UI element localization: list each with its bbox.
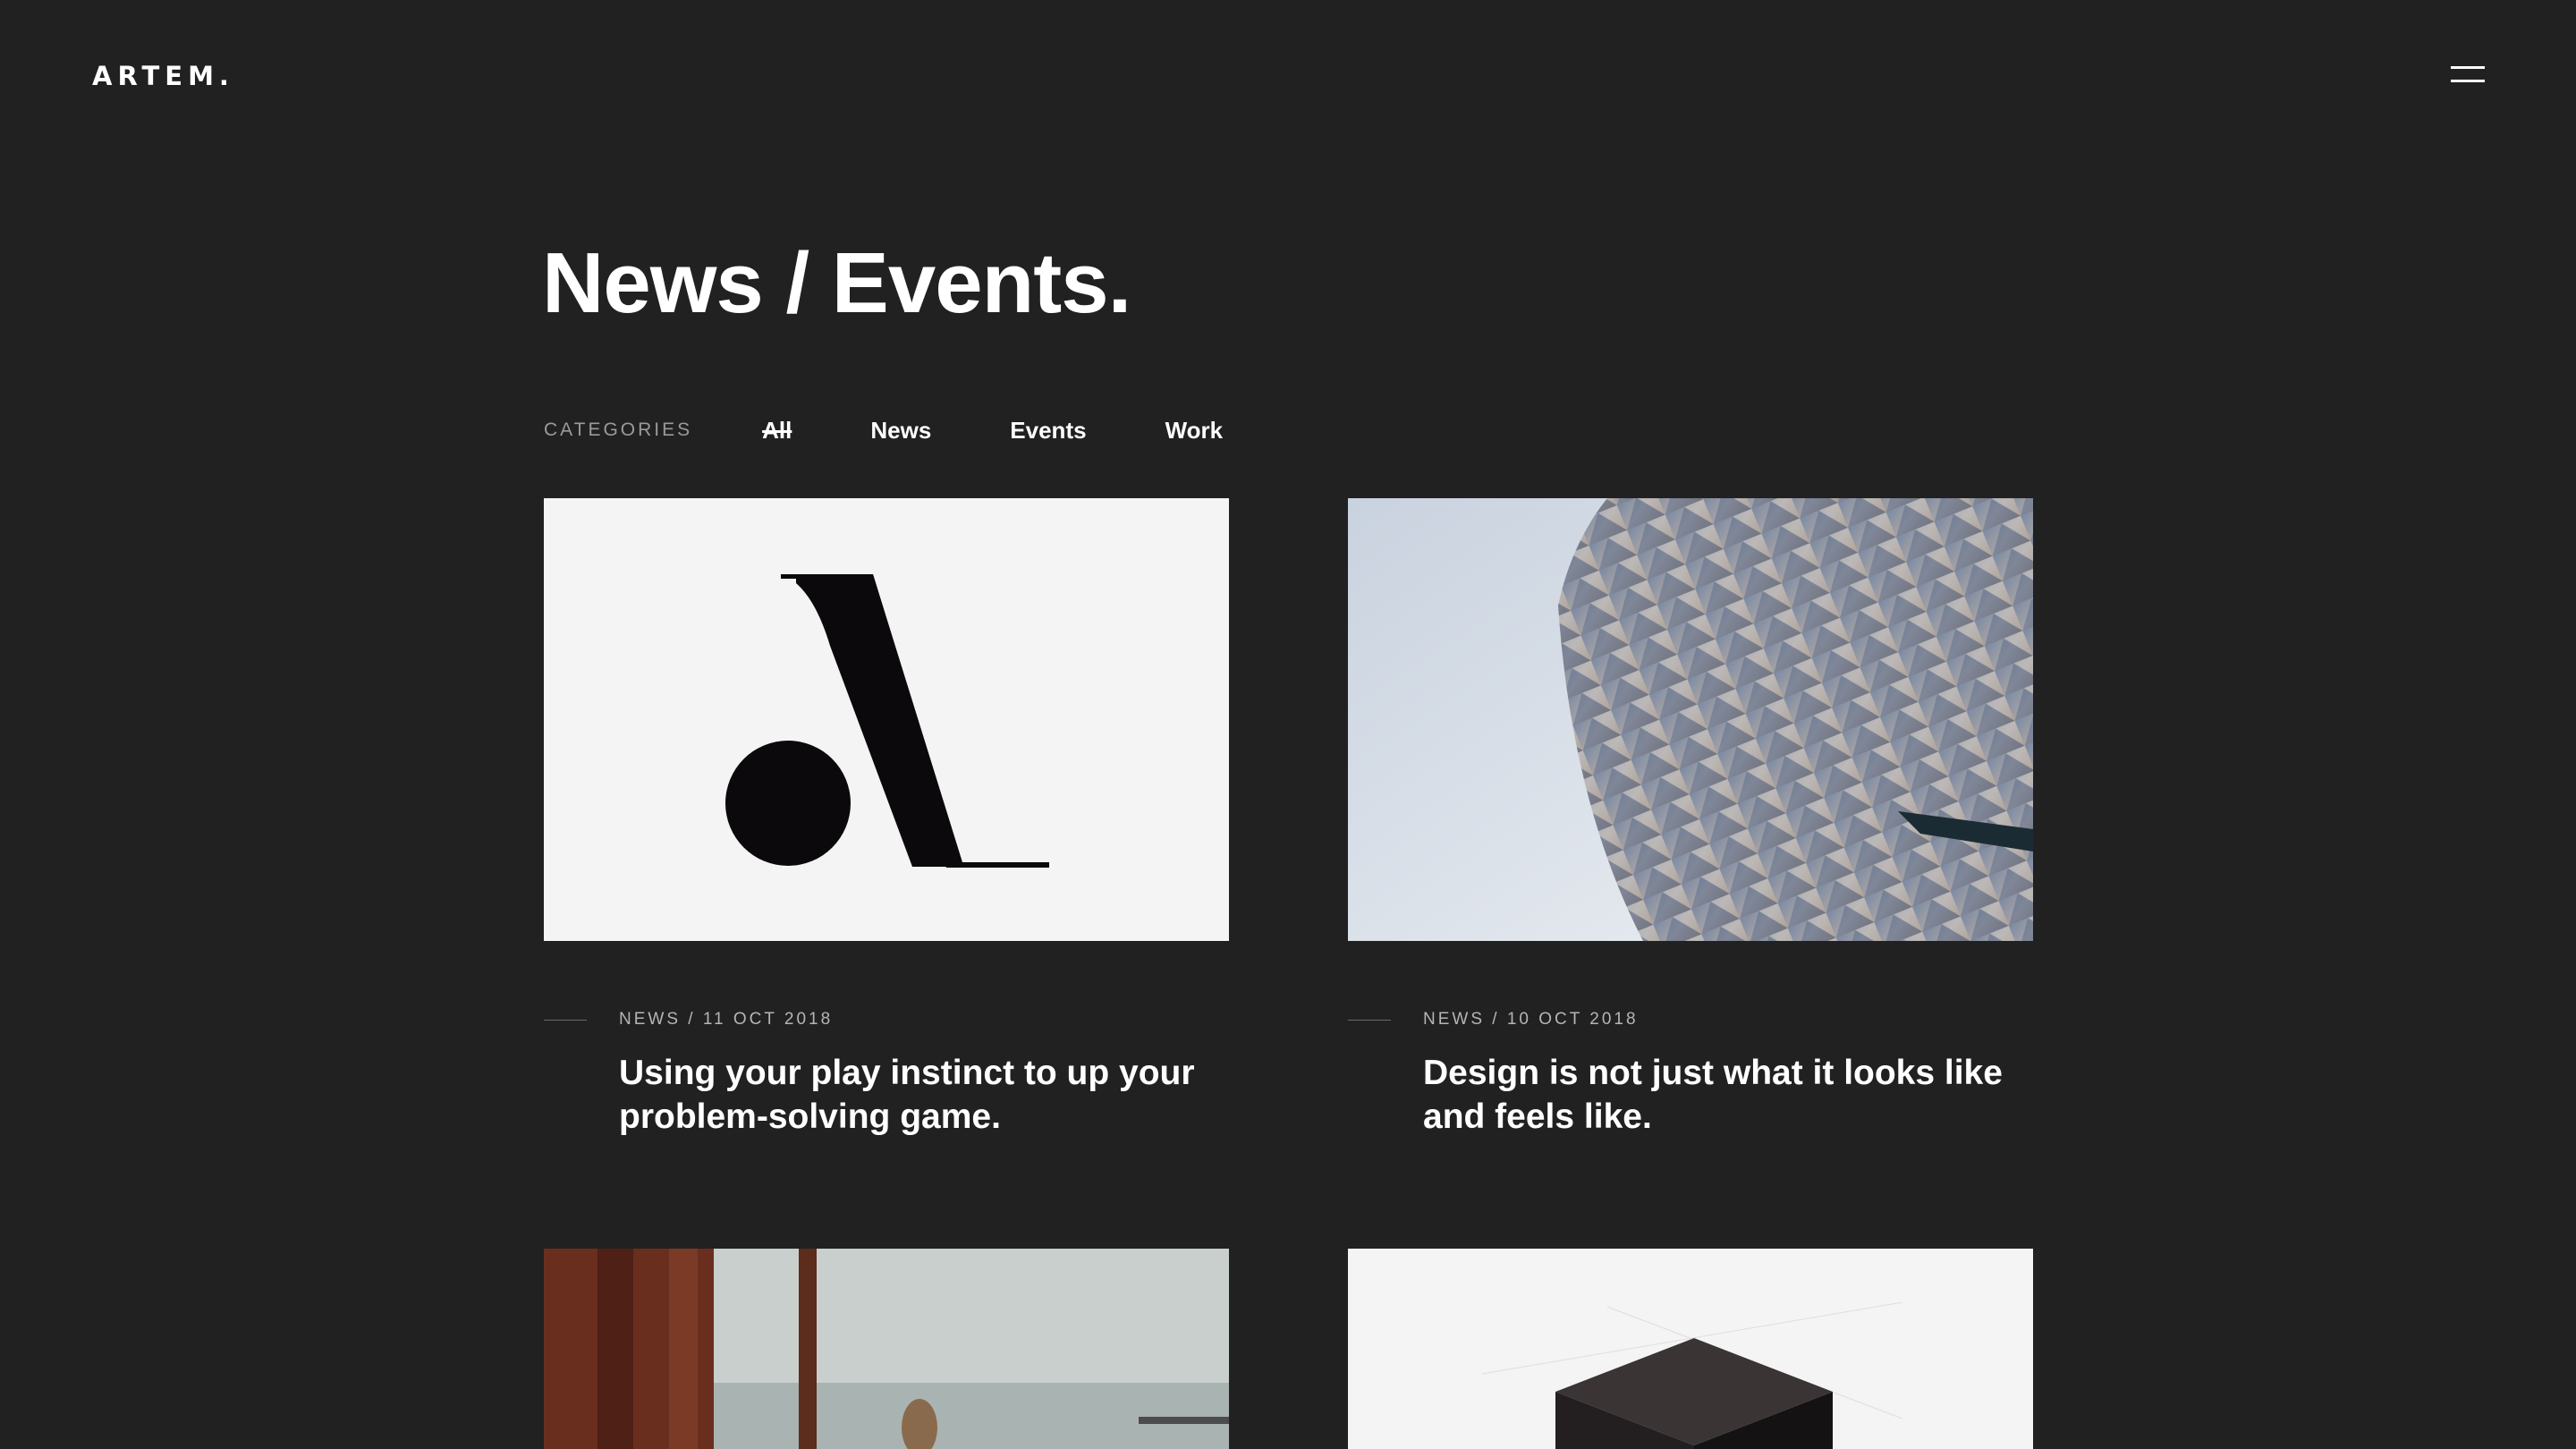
page-title: News / Events.: [542, 235, 1131, 331]
logo-mark-image[interactable]: [544, 498, 1229, 941]
logo[interactable]: ARTEM.: [92, 61, 234, 91]
hamburger-menu-icon[interactable]: [2451, 64, 2485, 86]
architecture-facade-image[interactable]: [1348, 498, 2033, 941]
post-card: NEWS / 10 OCT 2018 Design is not just wh…: [1348, 498, 2033, 1136]
logo-mark-graphic: [544, 498, 1229, 941]
post-title[interactable]: Using your play instinct to up your prob…: [619, 1051, 1227, 1139]
category-all[interactable]: All: [762, 417, 792, 445]
meta-dash: [1348, 1019, 1391, 1021]
lake-graphic: [544, 1249, 1229, 1449]
post-title[interactable]: Design is not just what it looks like an…: [1423, 1051, 2031, 1139]
post-card: [544, 1249, 1229, 1449]
page: ARTEM. News / Events. CATEGORIES All New…: [0, 0, 2576, 1449]
cube-graphic: [1348, 1249, 2033, 1449]
category-work[interactable]: Work: [1165, 417, 1224, 445]
categories-label: CATEGORIES: [544, 419, 693, 440]
meta-dash: [544, 1019, 587, 1021]
category-news[interactable]: News: [870, 417, 931, 445]
category-filter: CATEGORIES All News Events Work: [544, 417, 1301, 444]
post-meta: NEWS / 11 OCT 2018: [544, 1010, 833, 1030]
facade-graphic: [1348, 498, 2033, 941]
lake-trees-image[interactable]: [544, 1249, 1229, 1449]
post-date: NEWS / 10 OCT 2018: [1423, 1010, 1639, 1029]
menu-line-bottom: [2451, 80, 2485, 82]
dark-cube-image[interactable]: [1348, 1249, 2033, 1449]
post-date: NEWS / 11 OCT 2018: [619, 1010, 834, 1029]
menu-line-top: [2451, 66, 2485, 69]
post-card: [1348, 1249, 2033, 1449]
post-meta: NEWS / 10 OCT 2018: [1348, 1010, 1639, 1030]
category-events[interactable]: Events: [1010, 417, 1086, 445]
post-card: NEWS / 11 OCT 2018 Using your play insti…: [544, 498, 1229, 1136]
